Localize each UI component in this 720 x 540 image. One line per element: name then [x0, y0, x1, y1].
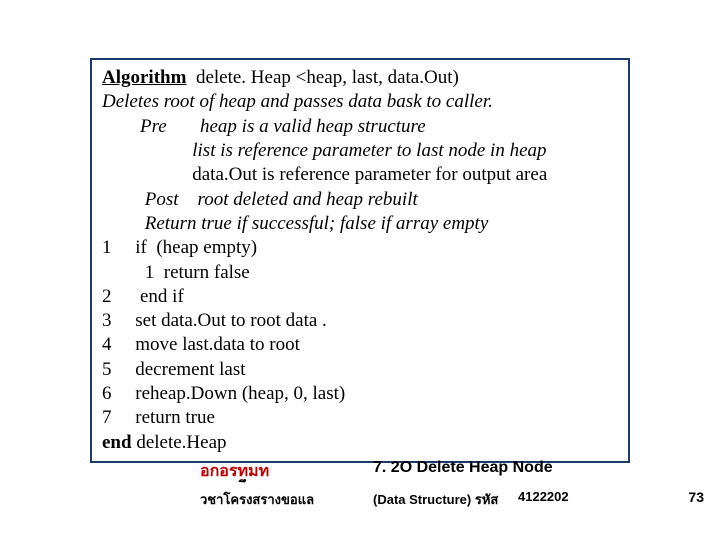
lineno: 6 — [102, 383, 112, 404]
algo-line7: 7 return true — [102, 406, 618, 430]
footer-left: วชาโครงสรางขอแล — [200, 489, 314, 510]
line-body: move last.data to root — [112, 334, 300, 355]
algo-title: Algorithm delete. Heap <heap, last, data… — [102, 66, 618, 90]
algo-line1a: 1 return false — [102, 261, 618, 285]
algo-line3: 3 set data.Out to root data . — [102, 309, 618, 333]
caption-title: 7. 2O Delete Heap Node — [373, 459, 553, 477]
algo-line5: 5 decrement last — [102, 358, 618, 382]
line-body: if (heap empty) — [112, 237, 258, 258]
line-body: reheap.Down (heap, 0, last) — [112, 383, 346, 404]
caption-label: อกอรทมท — [200, 459, 269, 484]
algo-pre2: list is reference parameter to last node… — [102, 139, 618, 163]
algo-line2: 2 end if — [102, 285, 618, 309]
algo-post: Post root deleted and heap rebuilt — [102, 188, 618, 212]
lineno: 2 — [102, 286, 112, 307]
footer-code: 4122202 — [518, 489, 569, 504]
end-kw: end — [102, 432, 132, 453]
lineno: 3 — [102, 310, 112, 331]
algo-line1: 1 if (heap empty) — [102, 236, 618, 260]
algo-pre1: Pre heap is a valid heap structure — [102, 115, 618, 139]
line-body: set data.Out to root data . — [112, 310, 327, 331]
algo-line6: 6 reheap.Down (heap, 0, last) — [102, 382, 618, 406]
algo-title-rest: delete. Heap <heap, last, data.Out) — [186, 67, 458, 88]
line-body: return true — [112, 407, 215, 428]
line-body: decrement last — [112, 359, 246, 380]
algo-return: Return true if successful; false if arra… — [102, 212, 618, 236]
post-kw: Post — [145, 189, 179, 210]
algo-keyword: Algorithm — [102, 67, 186, 88]
algo-desc: Deletes root of heap and passes data bas… — [102, 90, 618, 114]
lineno: 5 — [102, 359, 112, 380]
pre-txt1: heap is a valid heap structure — [167, 116, 426, 137]
page-number: 73 — [688, 489, 704, 505]
lineno: 4 — [102, 334, 112, 355]
footer-mid: (Data Structure) รหัส — [373, 489, 498, 510]
lineno: 1 — [102, 237, 112, 258]
line-body: end if — [112, 286, 184, 307]
end-rest: delete.Heap — [132, 432, 227, 453]
algo-pre3: data.Out is reference parameter for outp… — [102, 163, 618, 187]
algo-line4: 4 move last.data to root — [102, 333, 618, 357]
lineno: 7 — [102, 407, 112, 428]
pre-kw: Pre — [140, 116, 167, 137]
post-rest: root deleted and heap rebuilt — [179, 189, 418, 210]
algo-end: end delete.Heap — [102, 431, 618, 455]
algorithm-box: Algorithm delete. Heap <heap, last, data… — [90, 58, 630, 463]
